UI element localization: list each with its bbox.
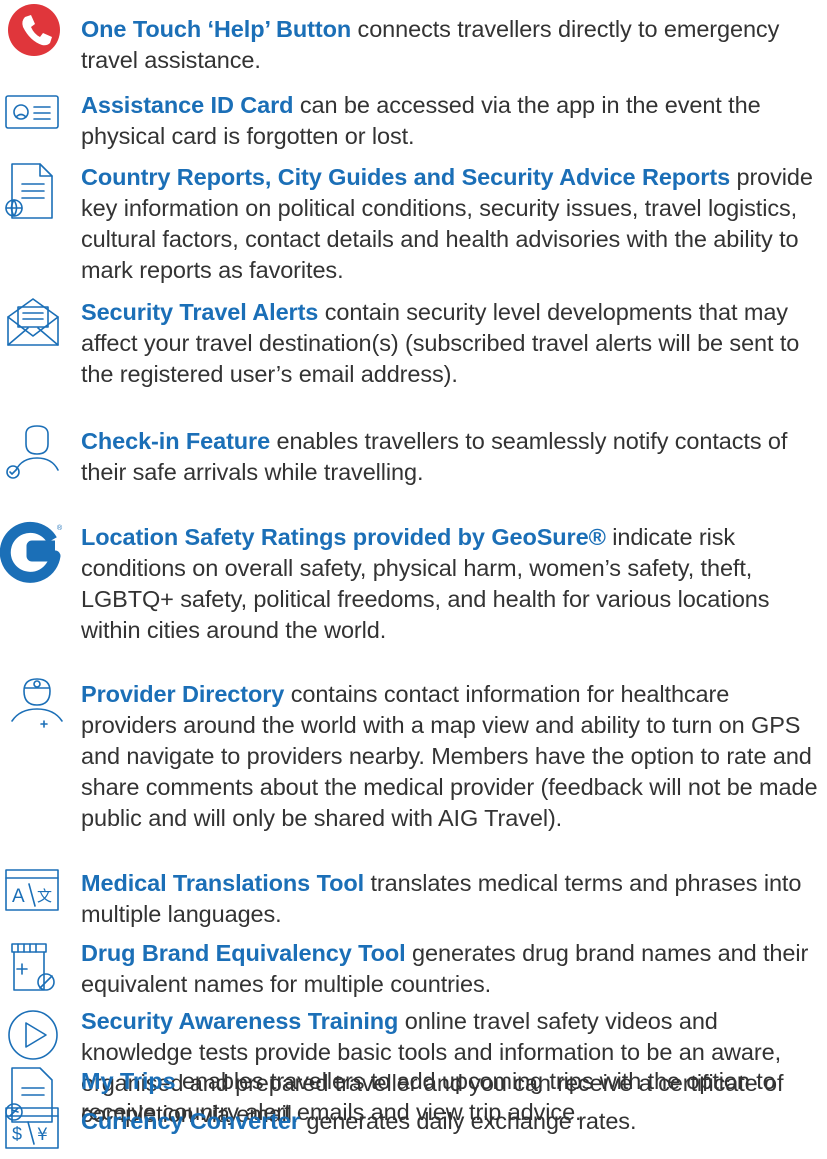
feature-title: Medical Translations Tool (81, 870, 365, 896)
feature-title: Security Travel Alerts (81, 299, 319, 325)
feature-title: Country Reports, City Guides and Securit… (81, 164, 731, 190)
globe-document-icon (4, 160, 58, 222)
feature-title: Provider Directory (81, 681, 285, 707)
feature-title: Security Awareness Training (81, 1008, 399, 1034)
person-check-icon (4, 424, 66, 480)
translate-icon: A 文 (4, 868, 60, 914)
feature-title: Currency Converter (81, 1108, 300, 1134)
feature-title: My Trips (81, 1068, 176, 1094)
pill-bottle-icon (6, 942, 62, 994)
play-icon (6, 1008, 60, 1062)
feature-title: Drug Brand Equivalency Tool (81, 940, 406, 966)
svg-text:®: ® (57, 524, 63, 532)
phone-icon (6, 2, 62, 58)
envelope-icon (4, 295, 62, 351)
feature-title: Assistance ID Card (81, 92, 294, 118)
svg-text:¥: ¥ (37, 1125, 48, 1145)
svg-text:$: $ (12, 1124, 22, 1144)
feature-title: One Touch ‘Help’ Button (81, 16, 352, 42)
svg-text:A: A (12, 886, 25, 907)
feature-description: generates daily exchange rates. (299, 1108, 637, 1134)
id-card-icon (4, 92, 62, 132)
feature-title: Location Safety Ratings provided by GeoS… (81, 524, 606, 550)
svg-text:文: 文 (37, 887, 52, 905)
currency-icon: $ ¥ (4, 1106, 60, 1154)
feature-title: Check-in Feature (81, 428, 271, 454)
doctor-icon (4, 677, 66, 733)
geosure-logo-icon: ® (0, 520, 66, 583)
